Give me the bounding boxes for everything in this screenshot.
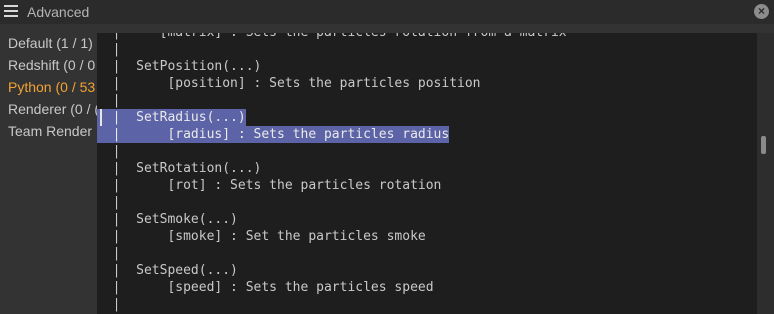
- sidebar-item-renderer[interactable]: Renderer (0 / (: [8, 101, 97, 117]
- code-line: |: [97, 144, 121, 159]
- vertical-scrollbar[interactable]: [757, 33, 774, 314]
- code-line: |: [97, 246, 121, 261]
- scrollbar-thumb[interactable]: [761, 136, 766, 154]
- code-line: | SetPosition(...): [97, 59, 262, 74]
- code-line: | SetSpeed(...): [97, 263, 238, 278]
- code-line: | [matrix] : Sets the particles rotation…: [97, 33, 567, 41]
- code-line: | SetSmoke(...): [97, 212, 238, 227]
- sidebar-item-default[interactable]: Default (1 / 1): [8, 35, 93, 51]
- code-line: | SetRotation(...): [97, 161, 262, 176]
- code-line-selected: | [radius] : Sets the particles radius: [97, 126, 450, 143]
- code-line-selected: | SetRadius(...): [97, 109, 246, 126]
- code-line: | [position] : Sets the particles positi…: [97, 76, 481, 91]
- code-line: |: [97, 297, 121, 312]
- code-line: | [smoke] : Set the particles smoke: [97, 229, 426, 244]
- title-bar: Advanced ×: [0, 0, 774, 24]
- code-editor[interactable]: | [matrix] : Sets the particles rotation…: [97, 33, 757, 314]
- close-icon[interactable]: ×: [754, 4, 769, 19]
- window-title: Advanced: [27, 4, 90, 20]
- sidebar-item-redshift[interactable]: Redshift (0 / 0: [8, 57, 95, 73]
- hamburger-menu-icon[interactable]: [4, 5, 18, 17]
- code-line: | [speed] : Sets the particles speed: [97, 280, 434, 295]
- code-line: |: [97, 195, 121, 210]
- sidebar-item-python[interactable]: Python (0 / 53: [8, 79, 95, 95]
- code-line: |: [97, 42, 121, 57]
- sidebar: Default (1 / 1) Redshift (0 / 0 Python (…: [0, 24, 97, 314]
- text-caret: [100, 109, 102, 126]
- sidebar-item-team-render[interactable]: Team Render: [8, 123, 92, 139]
- code-line: |: [97, 93, 121, 108]
- code-line: | [rot] : Sets the particles rotation: [97, 178, 442, 193]
